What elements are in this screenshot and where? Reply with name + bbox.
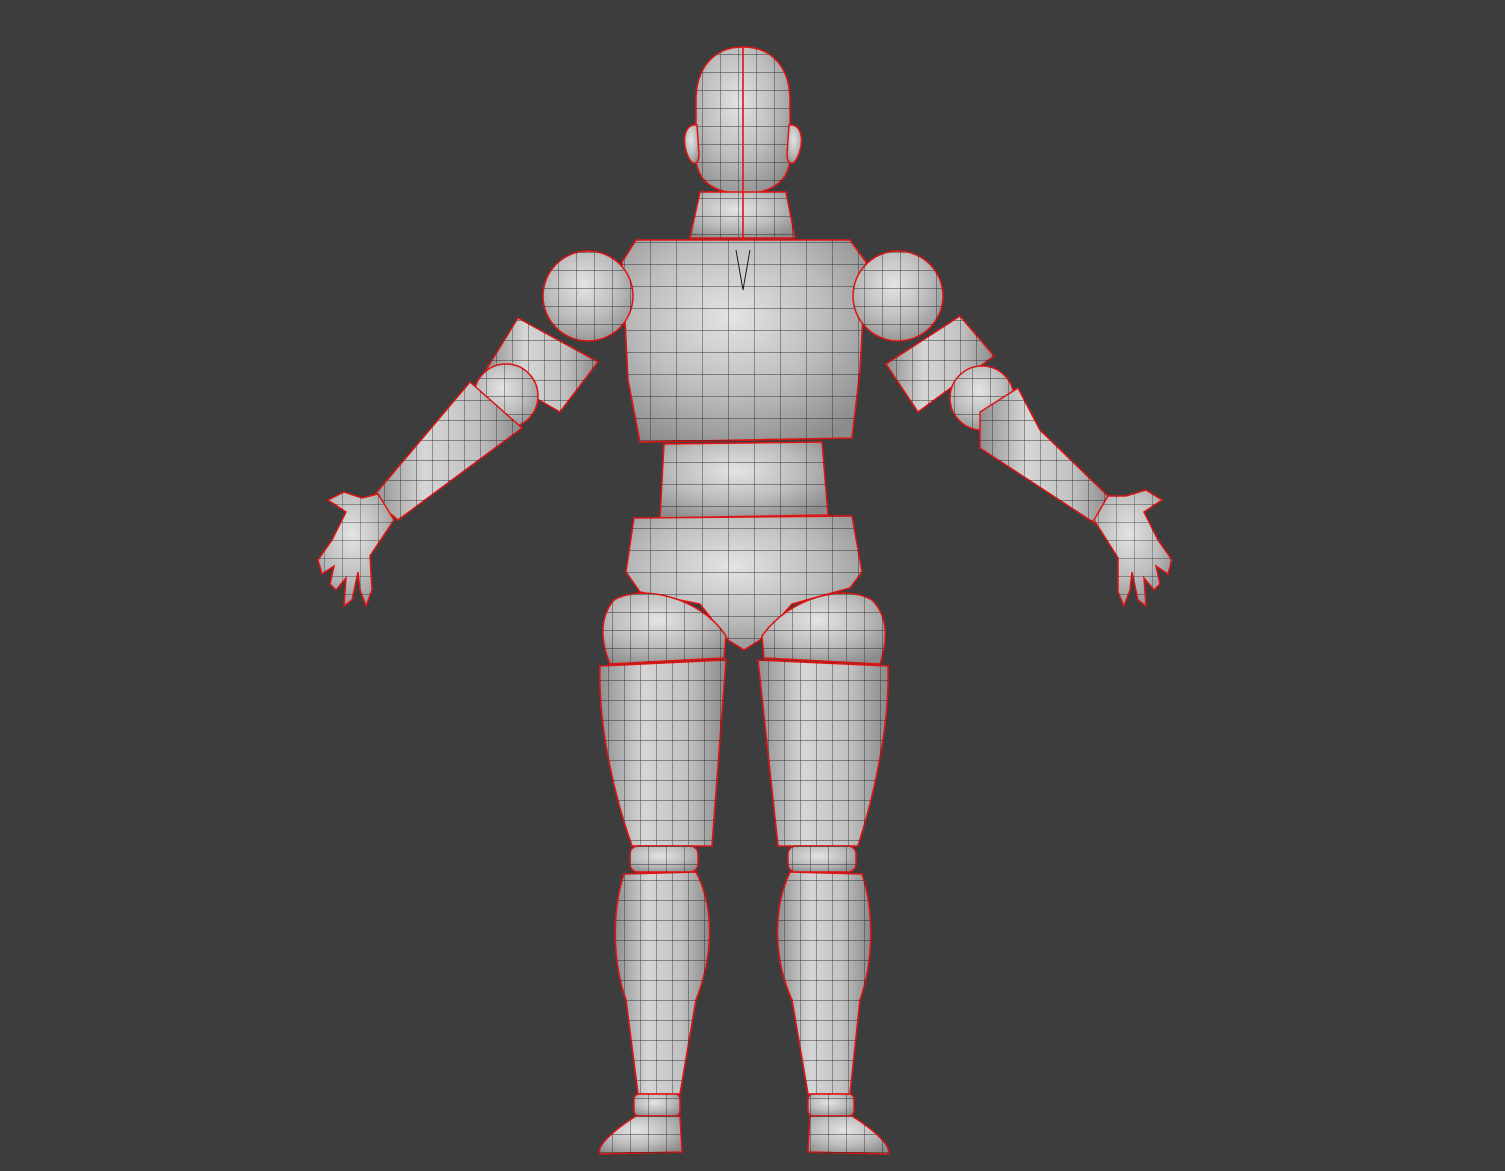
ankle-left[interactable]	[633, 1093, 681, 1117]
shoulder-left[interactable]	[542, 250, 634, 342]
mesh-canvas[interactable]	[0, 0, 1505, 1171]
3d-viewport[interactable]	[0, 0, 1505, 1171]
neck[interactable]	[689, 191, 796, 239]
thigh-right[interactable]	[757, 659, 889, 847]
torso[interactable]	[621, 239, 867, 443]
shoulder-right[interactable]	[852, 250, 944, 342]
shin-left[interactable]	[614, 871, 711, 1095]
hand-right[interactable]	[1093, 489, 1173, 609]
knee-left[interactable]	[629, 845, 699, 873]
waist[interactable]	[659, 441, 829, 519]
thigh-left[interactable]	[599, 659, 727, 847]
ankle-right[interactable]	[807, 1093, 855, 1117]
knee-right[interactable]	[787, 845, 857, 873]
foot-left[interactable]	[598, 1115, 683, 1155]
foot-right[interactable]	[807, 1115, 890, 1155]
ear-right[interactable]	[786, 124, 803, 164]
hand-left[interactable]	[317, 491, 395, 609]
ear-left[interactable]	[683, 124, 700, 164]
shin-right[interactable]	[776, 871, 872, 1095]
forearm-right[interactable]	[979, 386, 1113, 526]
